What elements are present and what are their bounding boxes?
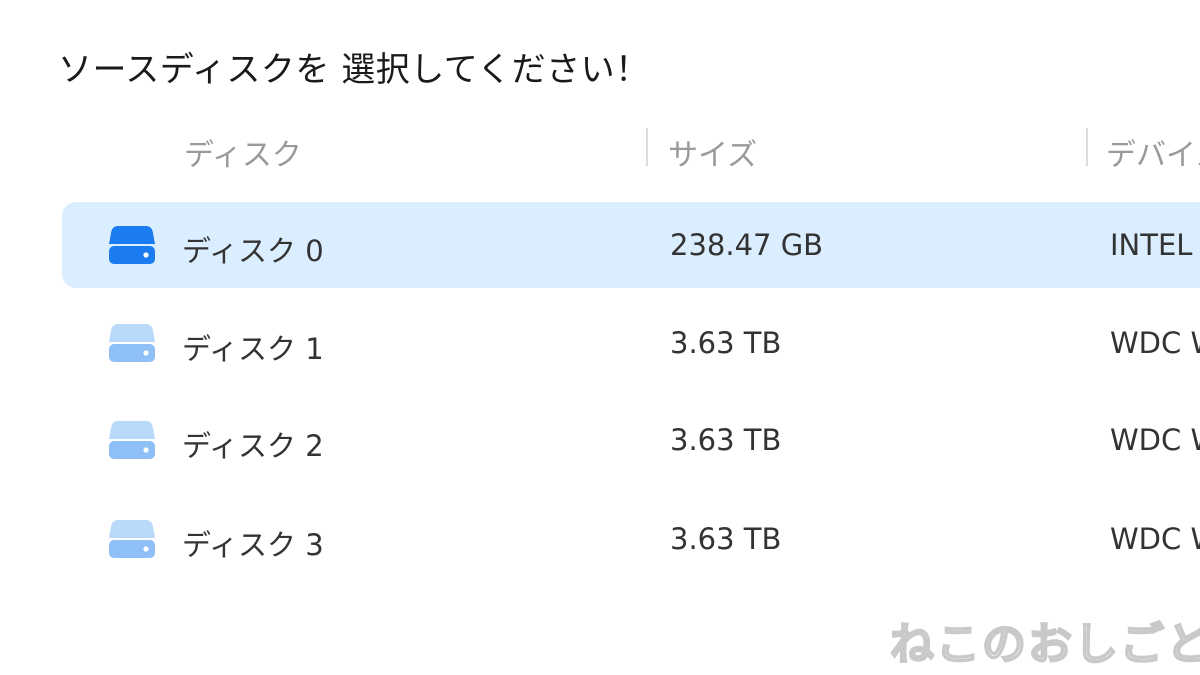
- column-separator[interactable]: [1086, 128, 1088, 166]
- column-separator[interactable]: [646, 128, 648, 166]
- disk-row-1[interactable]: ディスク 1 3.63 TB WDC W: [62, 300, 1200, 386]
- disk-icon: [109, 324, 155, 362]
- disk-name: ディスク 1: [182, 332, 324, 366]
- column-header-disk[interactable]: ディスク: [184, 130, 302, 174]
- disk-row-3[interactable]: ディスク 3 3.63 TB WDC W: [62, 496, 1200, 582]
- page-title: ソースディスクを 選択してください！: [58, 50, 650, 90]
- disk-device: WDC W: [1110, 326, 1200, 360]
- column-header-size[interactable]: サイズ: [668, 130, 757, 174]
- disk-name: ディスク 0: [182, 234, 324, 268]
- disk-icon: [109, 421, 155, 459]
- disk-icon: [109, 226, 155, 264]
- page: ソースディスクを 選択してください！ ディスク サイズ デバイス ディスク 0 …: [0, 0, 1200, 675]
- disk-name: ディスク 2: [182, 429, 324, 463]
- column-header-device[interactable]: デバイス: [1106, 130, 1200, 174]
- disk-size: 3.63 TB: [670, 522, 782, 556]
- disk-size: 238.47 GB: [670, 228, 824, 262]
- disk-size: 3.63 TB: [670, 423, 782, 457]
- watermark: ねこのおしごと: [889, 618, 1200, 671]
- disk-row-2[interactable]: ディスク 2 3.63 TB WDC W: [62, 397, 1200, 483]
- disk-name: ディスク 3: [182, 528, 324, 562]
- disk-row-0[interactable]: ディスク 0 238.47 GB INTEL: [62, 202, 1200, 288]
- disk-device: INTEL: [1110, 228, 1193, 262]
- disk-device: WDC W: [1110, 522, 1200, 556]
- disk-device: WDC W: [1110, 423, 1200, 457]
- table-header: ディスク サイズ デバイス: [0, 120, 1200, 180]
- disk-icon: [109, 520, 155, 558]
- disk-size: 3.63 TB: [670, 326, 782, 360]
